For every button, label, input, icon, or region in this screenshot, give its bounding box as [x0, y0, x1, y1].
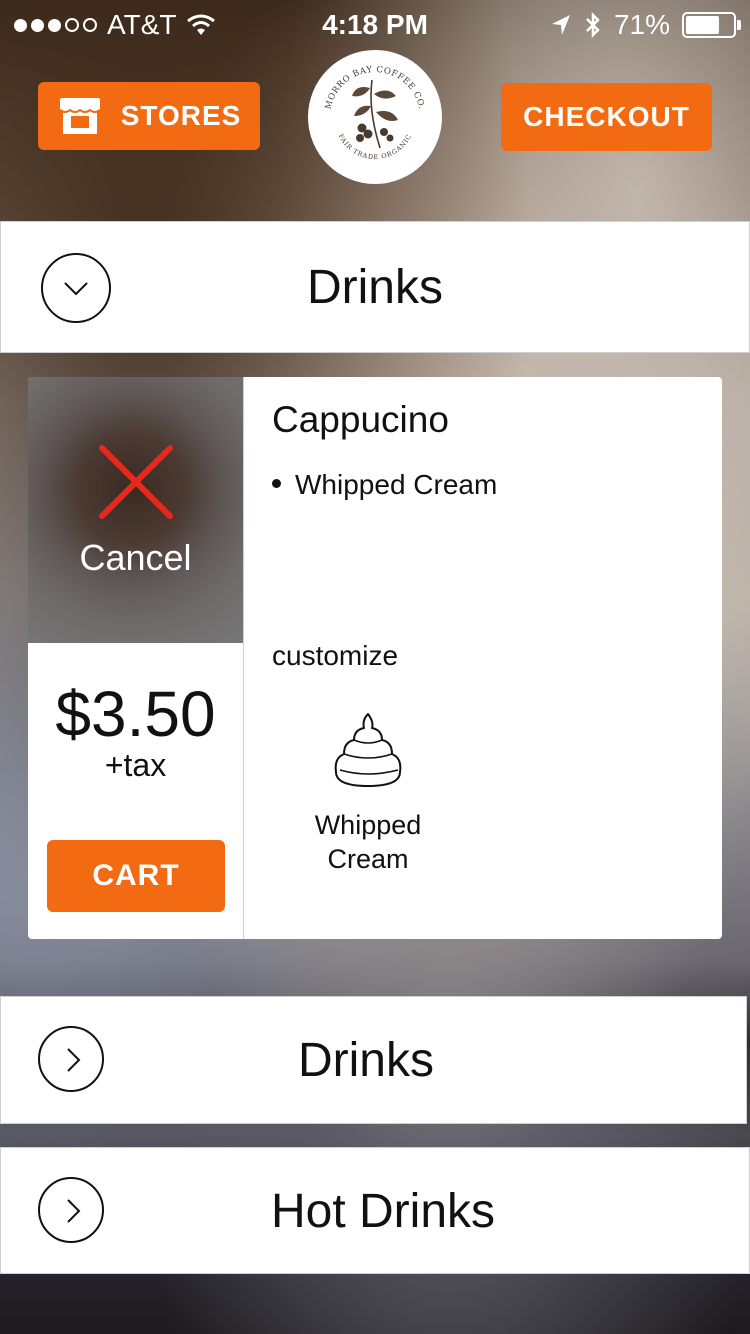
stores-button[interactable]: STORES: [38, 82, 260, 150]
location-arrow-icon: [551, 15, 570, 35]
category-label: Drinks: [306, 261, 443, 314]
status-right: 71%: [550, 9, 741, 41]
whipped-cream-icon: [334, 713, 402, 787]
svg-text:FAIR TRADE ORGANIC: FAIR TRADE ORGANIC: [337, 133, 414, 162]
card-divider: [243, 377, 244, 939]
svg-text:MORRO BAY COFFEE CO.: MORRO BAY COFFEE CO.: [324, 65, 427, 111]
product-extra-item: Whipped Cream: [272, 469, 497, 501]
coffee-branch-logo-icon: MORRO BAY COFFEE CO. FAIR TRADE ORGANIC: [324, 65, 427, 162]
category-row-drinks-expanded[interactable]: Drinks: [0, 221, 750, 353]
product-name: Cappucino: [272, 399, 449, 440]
option-whipped-cream[interactable]: Whipped Cream: [298, 710, 438, 876]
tax-label: +tax: [104, 747, 167, 783]
category-label: Hot Drinks: [270, 1185, 496, 1238]
category-row-drinks[interactable]: Drinks: [0, 996, 747, 1124]
add-to-cart-button[interactable]: CART: [47, 840, 225, 912]
customize-label: customize: [272, 640, 399, 671]
cancel-label[interactable]: Cancel: [28, 537, 243, 579]
option-label: Whipped Cream: [314, 810, 422, 874]
category-label: Drinks: [297, 1034, 434, 1087]
product-price: $3.50: [55, 678, 216, 750]
status-bar: AT&T 4:18 PM 71%: [0, 0, 750, 48]
storefront-icon: [59, 98, 101, 134]
product-image[interactable]: Cancel: [28, 377, 243, 643]
bluetooth-icon: [586, 11, 600, 39]
battery-percent: 71%: [613, 9, 670, 40]
battery-icon: [682, 12, 741, 38]
category-row-hot-drinks[interactable]: Hot Drinks: [0, 1147, 750, 1274]
product-card: Cancel $3.50 +tax CART Cappucino Whipped…: [28, 377, 722, 939]
checkout-button[interactable]: CHECKOUT: [501, 83, 712, 151]
product-extra-label: Whipped Cream: [295, 469, 498, 500]
stores-label: STORES: [120, 100, 242, 131]
bullet-icon: [272, 479, 281, 489]
brand-logo[interactable]: MORRO BAY COFFEE CO. FAIR TRADE ORGANIC: [308, 50, 442, 184]
cancel-x-icon[interactable]: [96, 442, 176, 522]
